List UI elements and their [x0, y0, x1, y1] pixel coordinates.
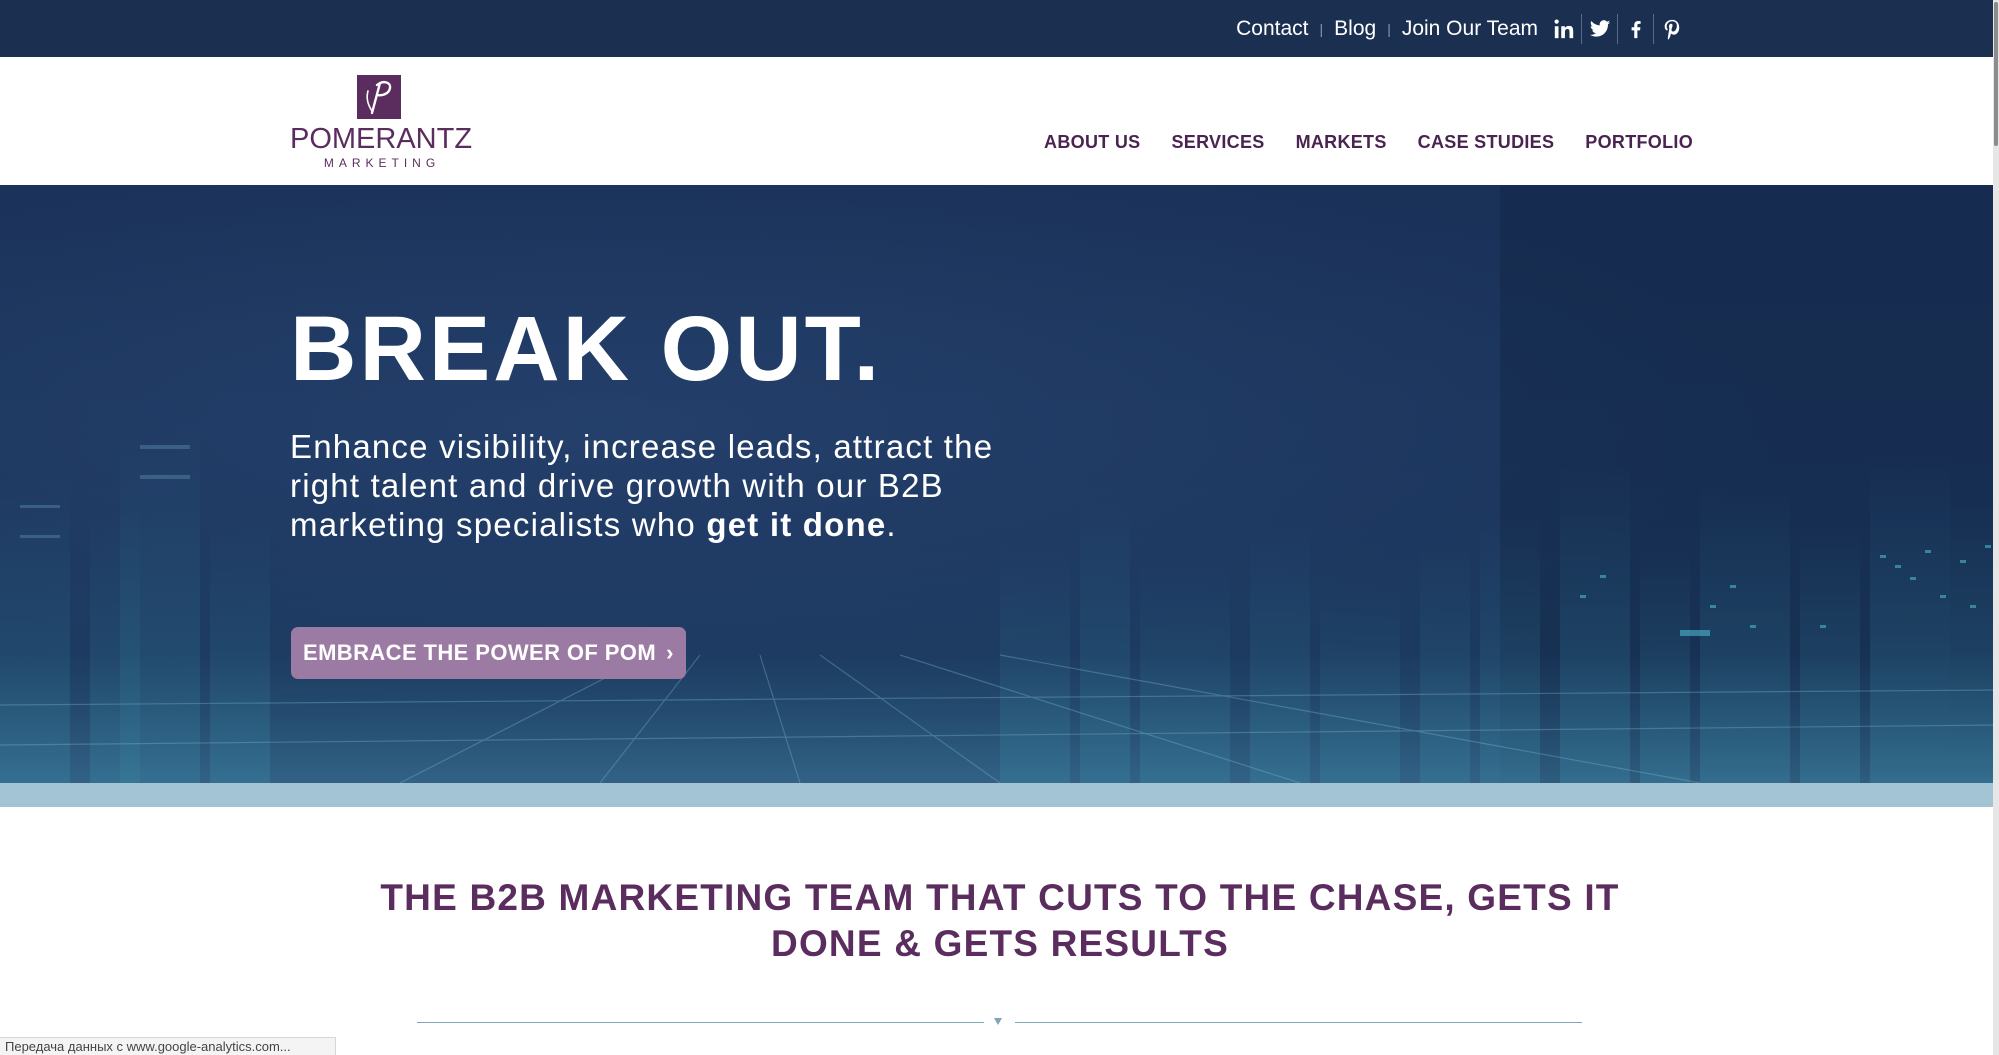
embrace-pom-button[interactable]: EMBRACE THE POWER OF POM › [291, 627, 686, 679]
logo-subtitle: MARKETING [323, 156, 441, 170]
logo-monogram-icon [357, 75, 401, 119]
blog-link[interactable]: Blog [1334, 17, 1376, 41]
hero-description-end: . [886, 506, 897, 543]
top-utility-bar: Contact | Blog | Join Our Team [0, 0, 1999, 57]
nav-about-us[interactable]: ABOUT US [1044, 132, 1140, 153]
nav-portfolio[interactable]: PORTFOLIO [1585, 132, 1693, 153]
accent-band [0, 783, 1999, 807]
nav-case-studies[interactable]: CASE STUDIES [1418, 132, 1555, 153]
site-logo[interactable]: POMERANTZ MARKETING [290, 75, 473, 170]
cta-label: EMBRACE THE POWER OF POM [303, 640, 657, 665]
link-separator: | [1387, 20, 1391, 37]
divider-arrow-icon [994, 1018, 1002, 1025]
social-links [1546, 13, 1689, 44]
logo-name: POMERANTZ [290, 123, 473, 155]
nav-markets[interactable]: MARKETS [1296, 132, 1387, 153]
hero-description-emphasis: get it done [706, 506, 887, 543]
main-nav: ABOUT US SERVICES MARKETS CASE STUDIES P… [1044, 132, 1693, 153]
browser-status-bar: Передача данных с www.google-analytics.c… [0, 1037, 336, 1055]
section-tagline: THE B2B MARKETING TEAM THAT CUTS TO THE … [380, 877, 1620, 964]
pinterest-icon[interactable] [1653, 13, 1689, 44]
contact-link[interactable]: Contact [1236, 17, 1308, 41]
hero-title: BREAK OUT. [290, 298, 883, 400]
divider-line-left [417, 1022, 984, 1023]
chevron-right-icon: › [666, 640, 674, 665]
divider-line-right [1015, 1022, 1582, 1023]
join-our-team-link[interactable]: Join Our Team [1402, 17, 1538, 41]
hero-description: Enhance visibility, increase leads, attr… [290, 427, 1050, 544]
link-separator: | [1319, 20, 1324, 37]
page-scrollbar-track[interactable] [1993, 0, 1999, 1055]
page-scrollbar-thumb[interactable] [1994, 2, 1998, 146]
utility-links: Contact | Blog | Join Our Team [1236, 0, 1689, 57]
site-header: POMERANTZ MARKETING ABOUT US SERVICES MA… [0, 57, 1999, 185]
twitter-icon[interactable] [1581, 13, 1617, 44]
linkedin-icon[interactable] [1546, 14, 1581, 44]
hero-banner: BREAK OUT. Enhance visibility, increase … [0, 185, 1999, 783]
nav-services[interactable]: SERVICES [1171, 132, 1264, 153]
facebook-icon[interactable] [1617, 13, 1653, 44]
